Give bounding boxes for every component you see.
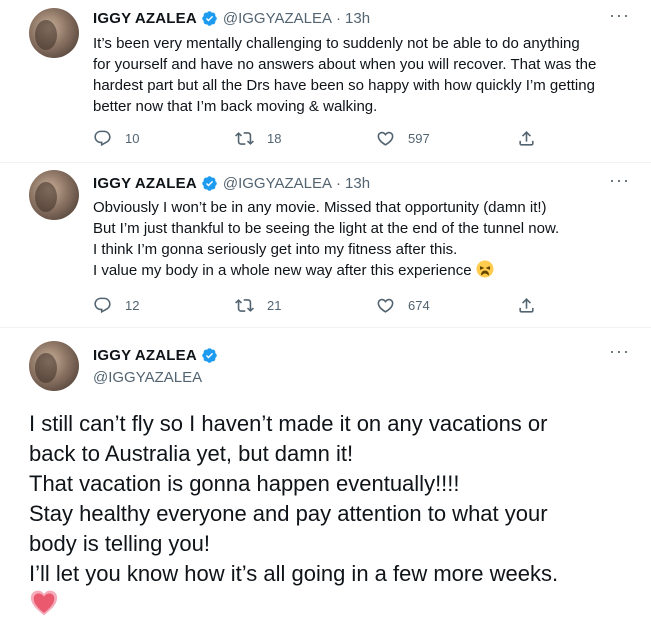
retweet-count: 21 (267, 298, 282, 313)
tweet-text: It’s been very mentally challenging to s… (93, 33, 638, 117)
reply-button[interactable]: 12 (93, 296, 139, 315)
like-icon (377, 131, 394, 146)
share-icon (519, 131, 534, 146)
weary-face-emoji (476, 260, 494, 278)
reply-button[interactable]: 10 (93, 129, 139, 148)
tweet-header: IGGY AZALEA (93, 347, 223, 364)
tweet-line: It’s been very mentally challenging to s… (93, 35, 580, 52)
tweet-line: for yourself and have no answers about w… (93, 56, 597, 73)
more-icon[interactable]: ··· (609, 342, 629, 366)
reply-icon (94, 297, 111, 314)
tweet-line: That vacation is gonna happen eventually… (29, 471, 460, 496)
like-button[interactable]: 597 (376, 129, 430, 148)
share-button[interactable] (517, 296, 536, 315)
tweet-line: better now that I’m back moving & walkin… (93, 98, 378, 115)
tweet-line: I still can’t fly so I haven’t made it o… (29, 411, 548, 436)
action-bar: 12 21 674 (93, 296, 563, 316)
user-handle[interactable]: @IGGYAZALEA (223, 175, 332, 192)
tweet-2[interactable]: IGGY AZALEA @IGGYAZALEA · 13h ··· Obviou… (0, 163, 651, 328)
retweet-button[interactable]: 21 (235, 296, 281, 315)
tweet-text: I still can’t fly so I haven’t made it o… (29, 409, 639, 622)
retweet-button[interactable]: 18 (235, 129, 281, 148)
user-handle[interactable]: @IGGYAZALEA (223, 10, 332, 27)
retweet-count: 18 (267, 131, 282, 146)
separator: · (336, 10, 342, 27)
tweet-line-text: I value my body in a whole new way after… (93, 262, 472, 279)
display-name[interactable]: IGGY AZALEA (93, 175, 197, 192)
verified-badge-icon (202, 176, 217, 191)
tweet-text: Obviously I won’t be in any movie. Misse… (93, 197, 638, 281)
tweet-line: I think I’m gonna seriously get into my … (93, 241, 458, 258)
more-icon[interactable]: ··· (609, 6, 629, 30)
tweet-header: IGGY AZALEA @IGGYAZALEA · 13h (93, 10, 370, 27)
tweet-line: Obviously I won’t be in any movie. Misse… (93, 199, 547, 216)
verified-badge-icon (202, 11, 217, 26)
reply-icon (94, 130, 111, 147)
separator: · (336, 175, 342, 192)
timestamp[interactable]: 13h (345, 175, 370, 192)
more-icon[interactable]: ··· (609, 171, 629, 195)
like-button[interactable]: 674 (376, 296, 430, 315)
tweet-1[interactable]: IGGY AZALEA @IGGYAZALEA · 13h ··· It’s b… (0, 0, 651, 163)
reply-count: 12 (125, 298, 140, 313)
emoji-line (29, 589, 639, 622)
tweet-line: But I’m just thankful to be seeing the l… (93, 220, 560, 237)
avatar[interactable] (29, 170, 79, 220)
like-icon (377, 298, 394, 313)
action-bar: 10 18 597 (93, 129, 563, 149)
like-count: 597 (408, 131, 430, 146)
tweet-line: back to Australia yet, but damn it! (29, 441, 354, 466)
tweet-line: I’ll let you know how it’s all going in … (29, 561, 559, 586)
display-name[interactable]: IGGY AZALEA (93, 347, 197, 364)
user-handle[interactable]: @IGGYAZALEA (93, 369, 202, 386)
display-name[interactable]: IGGY AZALEA (93, 10, 197, 27)
tweet-line: hardest part but all the Drs have been s… (93, 77, 595, 94)
tweet-header: IGGY AZALEA @IGGYAZALEA · 13h (93, 175, 370, 192)
tweet-line: I value my body in a whole new way after… (93, 260, 638, 281)
retweet-icon (235, 299, 254, 312)
share-button[interactable] (517, 129, 536, 148)
timestamp[interactable]: 13h (345, 10, 370, 27)
reply-count: 10 (125, 131, 140, 146)
heart-emoji (30, 590, 58, 616)
tweet-line: Stay healthy everyone and pay attention … (29, 501, 548, 526)
like-count: 674 (408, 298, 430, 313)
retweet-icon (235, 132, 254, 145)
tweet-3-focused[interactable]: IGGY AZALEA @IGGYAZALEA ··· I still can’… (0, 328, 651, 628)
avatar[interactable] (29, 8, 79, 58)
verified-badge-icon (202, 348, 217, 363)
avatar[interactable] (29, 341, 79, 391)
tweet-line: body is telling you! (29, 531, 210, 556)
share-icon (519, 298, 534, 313)
